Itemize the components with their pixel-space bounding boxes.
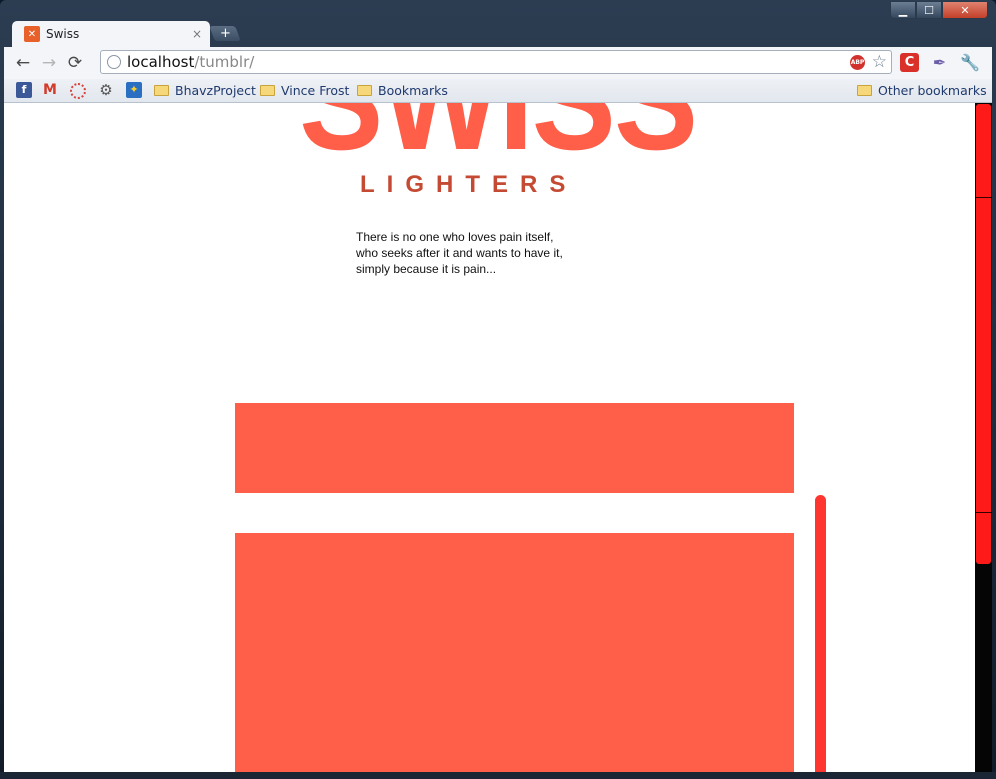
bookmark-folder-vince-frost[interactable]: Vince Frost: [260, 83, 349, 98]
intro-text: There is no one who loves pain itself, w…: [356, 230, 563, 276]
logo-sub-text: LIGHTERS: [360, 171, 578, 198]
browser-window: ▁ ☐ ✕ ✕ Swiss × + ← → ⟳ localhost/tumblr…: [0, 0, 996, 779]
back-button[interactable]: ←: [10, 53, 36, 73]
toolbar: ← → ⟳ localhost/tumblr/ ABP ☆ C ✒ 🔧: [4, 47, 992, 79]
tab-close-icon[interactable]: ×: [192, 27, 202, 41]
folder-icon: [357, 85, 372, 96]
gear-icon[interactable]: ⚙: [98, 82, 114, 98]
scrollbar-thumb[interactable]: [976, 104, 991, 564]
gmail-icon[interactable]: M: [42, 82, 58, 98]
bookmark-folder-bookmarks[interactable]: Bookmarks: [357, 83, 448, 98]
post-block[interactable]: [235, 403, 794, 493]
maximize-button[interactable]: ☐: [916, 1, 942, 19]
tab-swiss[interactable]: ✕ Swiss ×: [12, 21, 210, 47]
bookmark-folder-label: Bookmarks: [378, 83, 448, 98]
url-path: /tumblr/: [194, 53, 255, 71]
window-bottom-border: [0, 772, 996, 779]
minimize-button[interactable]: ▁: [890, 1, 916, 19]
bookmark-folder-label: Vince Frost: [281, 83, 350, 98]
bookmark-star-icon[interactable]: ☆: [872, 52, 887, 72]
puzzle-icon[interactable]: ✦: [126, 82, 142, 98]
page-viewport: SWISS LIGHTERS There is no one who loves…: [4, 103, 975, 772]
reload-button[interactable]: ⟳: [62, 53, 88, 73]
facebook-icon[interactable]: f: [16, 82, 32, 98]
scrollbar-marker: [976, 512, 991, 513]
url-host: localhost: [127, 53, 195, 71]
feather-extension-icon[interactable]: ✒: [930, 53, 949, 72]
extension-c-icon[interactable]: C: [900, 53, 919, 72]
new-tab-button[interactable]: +: [209, 26, 241, 41]
bookmarks-bar: f M ⚙ ✦ BhavzProject Vince Frost Bookmar…: [4, 79, 992, 103]
folder-icon: [857, 85, 872, 96]
other-bookmarks-label: Other bookmarks: [878, 83, 987, 98]
tab-title: Swiss: [46, 27, 80, 41]
forward-button[interactable]: →: [36, 53, 62, 73]
logo-main-text: SWISS: [299, 103, 698, 171]
globe-icon: [107, 55, 121, 69]
scrollbar-marker: [976, 197, 991, 198]
ring-icon[interactable]: [70, 83, 86, 99]
close-window-button[interactable]: ✕: [942, 1, 988, 19]
address-bar[interactable]: localhost/tumblr/ ABP ☆: [100, 50, 892, 74]
bookmark-folder-bhavzproject[interactable]: BhavzProject: [154, 83, 256, 98]
folder-icon: [154, 85, 169, 96]
window-controls: ▁ ☐ ✕: [890, 1, 988, 19]
wrench-menu-icon[interactable]: 🔧: [960, 53, 980, 72]
post-block[interactable]: [235, 533, 794, 772]
xampp-favicon-icon: ✕: [24, 26, 40, 42]
folder-icon: [260, 85, 275, 96]
bookmark-folder-label: BhavzProject: [175, 83, 256, 98]
adblock-icon[interactable]: ABP: [850, 55, 865, 70]
other-bookmarks[interactable]: Other bookmarks: [857, 83, 987, 98]
plus-icon: +: [219, 26, 231, 41]
scroll-indicator[interactable]: [815, 495, 826, 772]
